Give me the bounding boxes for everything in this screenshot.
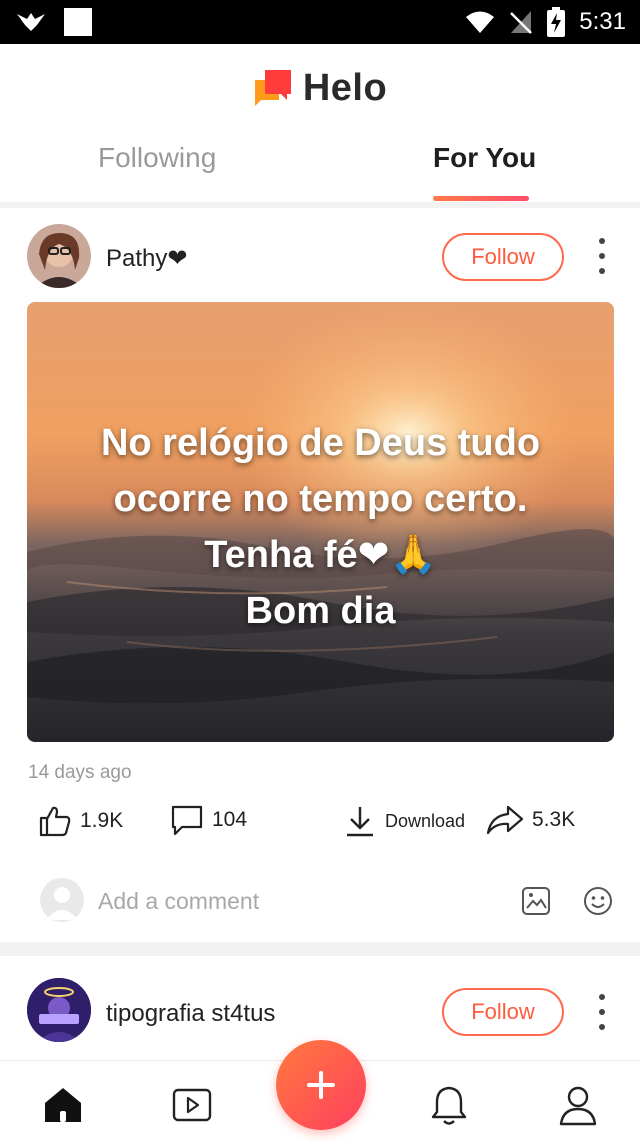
tab-following[interactable]: Following	[98, 142, 216, 174]
like-count: 1.9K	[80, 809, 124, 832]
user-avatar-icon	[40, 878, 84, 922]
create-post-button[interactable]	[276, 1040, 366, 1130]
comment-icon	[171, 805, 203, 836]
home-icon	[45, 1088, 81, 1122]
user-icon	[559, 1086, 597, 1126]
thumbs-up-icon	[39, 806, 71, 837]
comment-input[interactable]: Add a comment	[98, 888, 259, 915]
post-timestamp: 14 days ago	[28, 762, 132, 783]
nav-notifications[interactable]	[427, 1083, 471, 1127]
helo-logo-icon	[254, 70, 291, 106]
more-options-icon[interactable]	[592, 238, 612, 274]
app-header: Helo	[0, 44, 640, 132]
like-button[interactable]: 1.9K	[38, 804, 123, 838]
feed-tabs: Following For You	[0, 132, 640, 202]
post-actions: 1.9K 104 Download 5.3K	[0, 804, 640, 844]
comment-row: Add a comment	[0, 876, 640, 926]
nav-video[interactable]	[170, 1083, 214, 1127]
share-button[interactable]: 5.3K	[486, 804, 575, 836]
share-icon	[486, 805, 524, 835]
wifi-icon	[466, 11, 495, 33]
share-count: 5.3K	[532, 808, 576, 831]
follow-button[interactable]: Follow	[442, 233, 564, 281]
bell-icon	[431, 1086, 467, 1125]
status-time: 5:31	[579, 8, 626, 35]
no-signal-icon	[510, 11, 533, 34]
tab-for-you[interactable]: For You	[433, 142, 536, 174]
post-image[interactable]: No relógio de Deus tudo ocorre no tempo …	[27, 302, 614, 742]
battery-charging-icon	[547, 7, 566, 37]
emoji-icon[interactable]	[582, 885, 614, 917]
nav-profile[interactable]	[556, 1083, 600, 1127]
square-icon	[64, 8, 92, 36]
divider	[0, 942, 640, 956]
image-icon[interactable]	[521, 886, 551, 916]
active-tab-indicator	[433, 196, 529, 201]
follow-button[interactable]: Follow	[442, 988, 564, 1036]
download-label: Download	[385, 810, 466, 831]
post-username[interactable]: tipografia st4tus	[106, 1000, 275, 1028]
more-options-icon[interactable]	[592, 994, 612, 1030]
status-bar: 5:31	[0, 0, 640, 44]
app-title: Helo	[302, 66, 388, 109]
plus-icon	[307, 1071, 335, 1099]
video-play-icon	[172, 1088, 212, 1122]
post-image-caption: No relógio de Deus tudo ocorre no tempo …	[100, 422, 541, 632]
divider	[0, 202, 640, 208]
avatar[interactable]	[27, 978, 91, 1042]
post-username[interactable]: Pathy❤	[106, 244, 187, 273]
comment-button[interactable]: 104	[170, 804, 247, 836]
download-button[interactable]: Download	[343, 804, 465, 838]
notification-bird-icon	[17, 13, 45, 31]
download-icon	[347, 807, 373, 837]
comment-count: 104	[212, 808, 248, 831]
avatar[interactable]	[27, 224, 91, 288]
nav-home[interactable]	[41, 1083, 85, 1127]
post-header: Pathy❤ Follow	[0, 222, 640, 292]
